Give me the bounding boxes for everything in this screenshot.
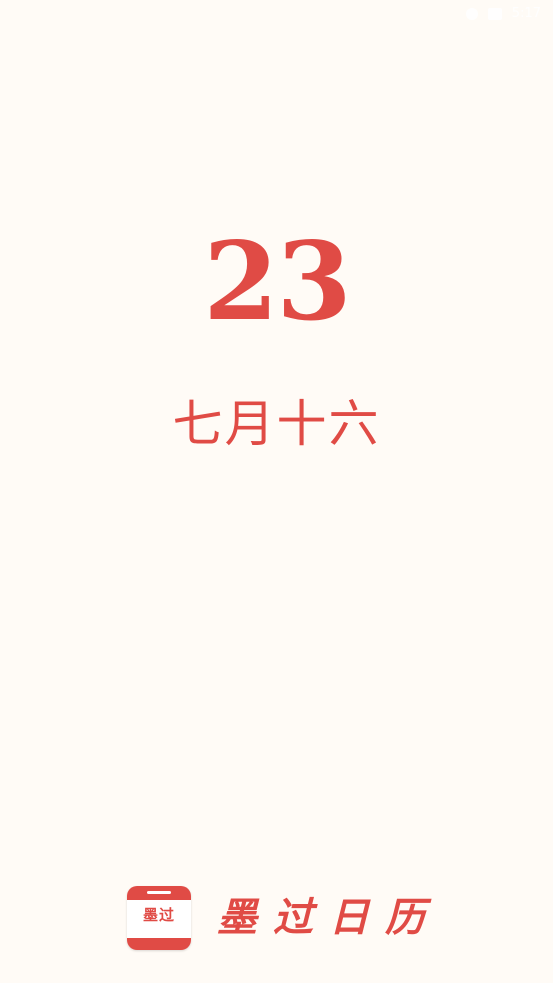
notification-icon [465, 7, 478, 20]
brand-footer: 墨过 墨过日历 [127, 886, 441, 950]
lunar-date: 七月十六 [172, 395, 381, 453]
app-logo-icon: 墨过 [127, 886, 191, 950]
calendar-footer-band [127, 938, 191, 950]
calendar-ring [147, 891, 171, 894]
status-time: 5:17 [511, 6, 541, 21]
battery-icon [487, 7, 502, 20]
app-logo-text: 墨过 [142, 906, 175, 924]
day-number: 23 [203, 219, 351, 345]
status-bar: 5:17 [0, 0, 553, 30]
app-name: 墨过日历 [217, 894, 441, 941]
status-icons: 5:17 [465, 6, 541, 21]
